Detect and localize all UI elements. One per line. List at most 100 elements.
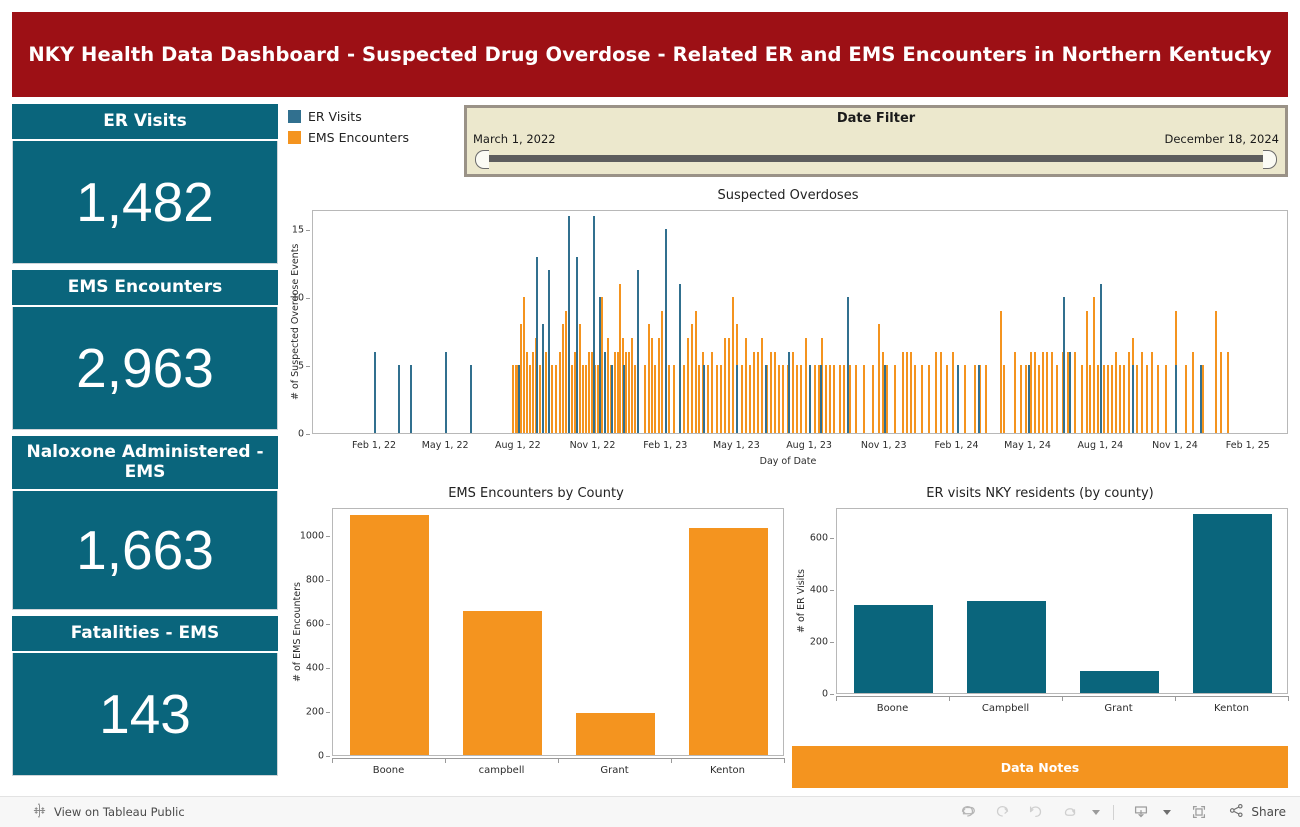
redo-icon[interactable] (985, 799, 1019, 825)
timeseries-bar[interactable] (902, 351, 905, 433)
county-bar[interactable] (1079, 671, 1160, 693)
timeseries-bar[interactable] (1119, 365, 1122, 433)
timeseries-bar[interactable] (846, 297, 849, 433)
timeseries-bar[interactable] (716, 365, 719, 433)
timeseries-bar[interactable] (1202, 365, 1205, 433)
timeseries-bar[interactable] (854, 365, 857, 433)
timeseries-bar[interactable] (745, 337, 748, 433)
timeseries-bar[interactable] (1140, 351, 1143, 433)
timeseries-bar[interactable] (555, 365, 558, 433)
timeseries-bar[interactable] (598, 297, 601, 433)
timeseries-bar[interactable] (665, 229, 668, 433)
county-bar[interactable] (462, 611, 543, 755)
timeseries-bar[interactable] (809, 365, 812, 433)
date-filter-track[interactable] (481, 155, 1271, 162)
timeseries-bar[interactable] (727, 337, 730, 433)
timeseries-bar[interactable] (575, 256, 578, 433)
timeseries-bar[interactable] (1157, 365, 1160, 433)
timeseries-bar[interactable] (883, 365, 886, 433)
timeseries-bar[interactable] (631, 337, 634, 433)
timeseries-bar[interactable] (842, 365, 845, 433)
county-bar[interactable] (853, 604, 934, 693)
timeseries-bar[interactable] (551, 365, 554, 433)
xaxis-category-label[interactable]: Grant (600, 765, 628, 776)
timeseries-bar[interactable] (741, 365, 744, 433)
timeseries-bar[interactable] (749, 365, 752, 433)
timeseries-bar[interactable] (1151, 351, 1154, 433)
timeseries-bar[interactable] (777, 365, 780, 433)
timeseries-bar[interactable] (782, 365, 785, 433)
timeseries-bar[interactable] (548, 270, 551, 433)
timeseries-bar[interactable] (517, 365, 520, 433)
timeseries-bar[interactable] (973, 365, 976, 433)
timeseries-bar[interactable] (1034, 351, 1037, 433)
timeseries-bar[interactable] (788, 351, 791, 433)
refresh-dropdown-caret-icon[interactable] (1087, 799, 1103, 825)
timeseries-bar[interactable] (536, 256, 539, 433)
date-filter-handle-start[interactable] (475, 150, 489, 169)
timeseries-bar[interactable] (647, 324, 650, 433)
timeseries-bar[interactable] (773, 351, 776, 433)
timeseries-bar[interactable] (893, 365, 896, 433)
timeseries-bar[interactable] (819, 365, 822, 433)
xaxis-category-label[interactable]: Kenton (1214, 703, 1249, 714)
timeseries-bar[interactable] (952, 351, 955, 433)
timeseries-bar[interactable] (470, 365, 473, 433)
timeseries-bar[interactable] (1027, 365, 1030, 433)
timeseries-bar[interactable] (934, 351, 937, 433)
kpi-card-ems-encounters[interactable]: EMS Encounters 2,963 (12, 270, 278, 431)
timeseries-bar[interactable] (760, 337, 763, 433)
timeseries-bar[interactable] (769, 351, 772, 433)
timeseries-bar[interactable] (833, 365, 836, 433)
fullscreen-icon[interactable] (1182, 799, 1216, 825)
timeseries-bar[interactable] (731, 297, 734, 433)
timeseries-bar[interactable] (1074, 351, 1077, 433)
legend-item-er-visits[interactable]: ER Visits (288, 106, 458, 126)
data-notes-button[interactable]: Data Notes (792, 746, 1288, 788)
timeseries-bar[interactable] (1174, 365, 1177, 433)
timeseries-bar[interactable] (585, 365, 588, 433)
timeseries-bar[interactable] (885, 365, 888, 433)
timeseries-bar[interactable] (567, 215, 570, 433)
timeseries-bar[interactable] (564, 310, 567, 433)
timeseries-bar[interactable] (545, 351, 548, 433)
timeseries-bar[interactable] (757, 351, 760, 433)
timeseries-bar[interactable] (1045, 351, 1048, 433)
timeseries-bar[interactable] (821, 337, 824, 433)
timeseries-bar[interactable] (1123, 365, 1126, 433)
timeseries-bar[interactable] (668, 365, 671, 433)
timeseries-bar[interactable] (764, 365, 767, 433)
date-filter-slider[interactable] (475, 149, 1277, 169)
view-on-tableau-public-link[interactable]: View on Tableau Public (32, 802, 185, 822)
timeseries-bar[interactable] (570, 365, 573, 433)
timeseries-bar[interactable] (519, 324, 522, 433)
timeseries-bar[interactable] (528, 365, 531, 433)
timeseries-bar[interactable] (1003, 365, 1005, 433)
county-bar[interactable] (688, 527, 769, 755)
timeseries-bar[interactable] (1050, 351, 1053, 433)
timeseries-bar[interactable] (694, 310, 697, 433)
timeseries-bar[interactable] (703, 365, 706, 433)
xaxis-category-label[interactable]: Campbell (982, 703, 1029, 714)
revert-icon[interactable] (1019, 799, 1053, 825)
timeseries-bar[interactable] (616, 351, 619, 433)
timeseries-bar[interactable] (1062, 297, 1065, 433)
timeseries-bar[interactable] (1107, 365, 1110, 433)
timeseries-bar[interactable] (1013, 351, 1016, 433)
timeseries-bar[interactable] (1081, 365, 1084, 433)
county-bar[interactable] (349, 515, 430, 755)
timeseries-bar[interactable] (1092, 297, 1095, 433)
timeseries-bar[interactable] (910, 351, 913, 433)
timeseries-bar[interactable] (921, 365, 924, 433)
timeseries-bar[interactable] (800, 365, 802, 433)
timeseries-bar[interactable] (686, 337, 689, 433)
download-icon[interactable] (1124, 799, 1158, 825)
county-bar[interactable] (575, 713, 656, 755)
xaxis-category-label[interactable]: campbell (479, 765, 525, 776)
timeseries-bar[interactable] (1100, 283, 1103, 433)
timeseries-bar[interactable] (1135, 365, 1138, 433)
timeseries-bar[interactable] (914, 365, 917, 433)
timeseries-bar[interactable] (634, 365, 637, 433)
timeseries-bar[interactable] (1038, 365, 1041, 433)
timeseries-bar[interactable] (711, 351, 714, 433)
